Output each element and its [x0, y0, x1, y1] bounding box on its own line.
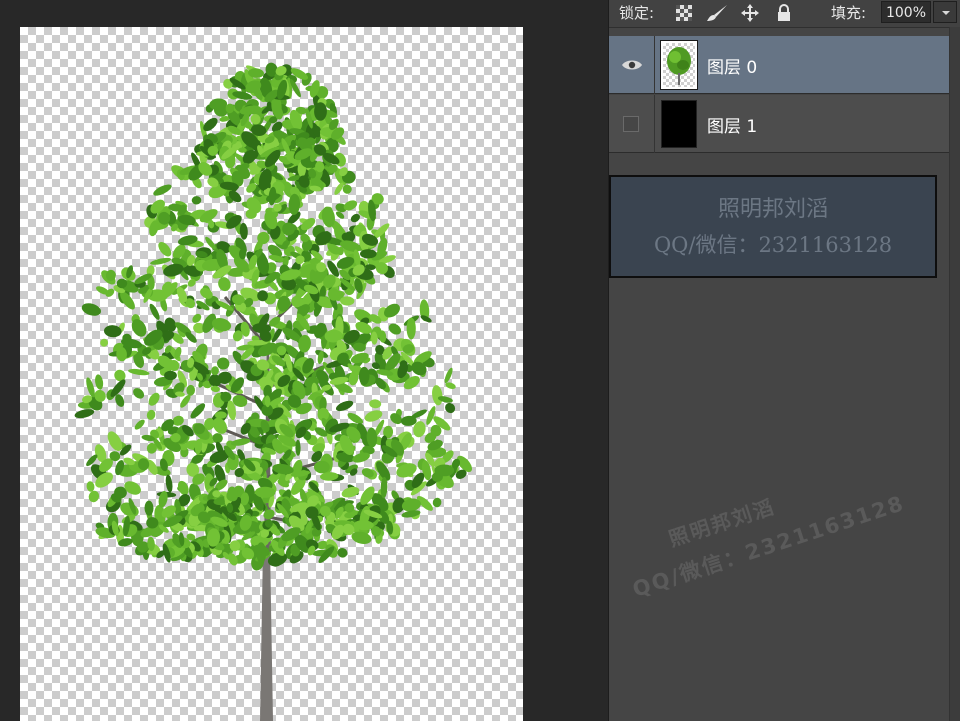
fill-label: 填充:: [831, 4, 867, 22]
layer-name[interactable]: 图层 1: [707, 112, 757, 137]
tree-thumbnail[interactable]: [660, 40, 698, 90]
visibility-toggle-box[interactable]: [623, 116, 639, 132]
watermark-line-2: QQ/微信：2321163128: [653, 233, 893, 257]
document-canvas[interactable]: [20, 27, 523, 721]
layers-panel: 锁定: 填充: 100% 图层 0 图层 1 照明邦刘滔 QQ/微信：23211…: [608, 0, 960, 721]
layer-row-1[interactable]: 图层 1: [609, 95, 949, 153]
black-fill-thumbnail[interactable]: [661, 100, 697, 148]
lock-bar: 锁定: 填充: 100%: [609, 0, 960, 28]
lock-icon[interactable]: [775, 4, 793, 22]
fill-opacity-input[interactable]: 100%: [881, 1, 931, 23]
lock-label: 锁定:: [619, 4, 655, 22]
visibility-column: [609, 36, 655, 94]
visibility-column: [609, 95, 655, 153]
canvas-area[interactable]: [0, 0, 608, 721]
lock-transparent-pixels-icon[interactable]: [675, 4, 693, 22]
brush-icon[interactable]: [705, 4, 729, 22]
layer-name[interactable]: 图层 0: [707, 53, 757, 78]
eye-icon[interactable]: [621, 57, 643, 73]
watermark-line-1: 照明邦刘滔: [717, 197, 828, 222]
tree-image: [74, 62, 472, 721]
fill-dropdown-button[interactable]: [933, 1, 957, 23]
move-arrows-icon[interactable]: [740, 3, 760, 23]
layer-row-0[interactable]: 图层 0: [609, 36, 949, 94]
panel-scrollbar[interactable]: [949, 27, 960, 721]
watermark-box: 照明邦刘滔 QQ/微信：2321163128: [609, 175, 937, 278]
